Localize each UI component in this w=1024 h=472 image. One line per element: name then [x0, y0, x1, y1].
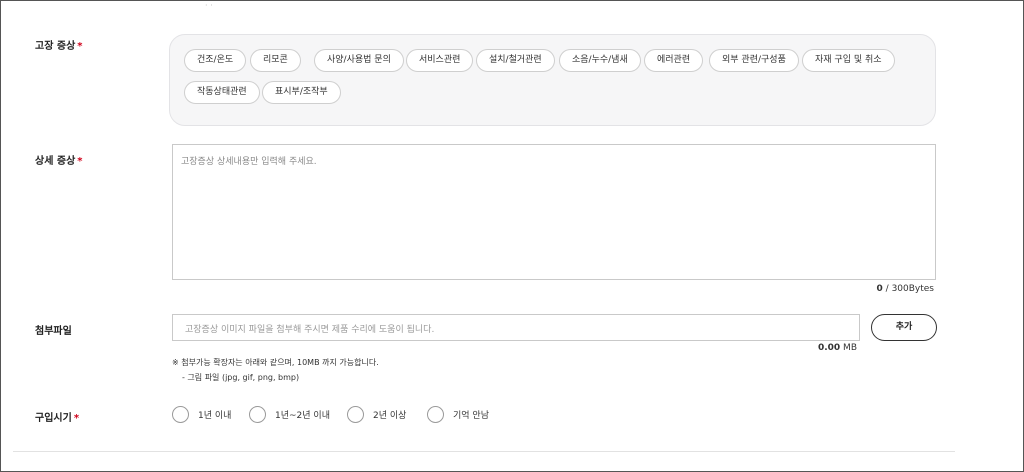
file-size-readout: 0.00 MB [818, 343, 857, 353]
symptom-chip-dry-temp[interactable]: 건조/온도 [184, 49, 247, 72]
radio-circle[interactable] [172, 405, 189, 423]
radio-label: 2년 이상 [373, 410, 407, 421]
purchase-option-within-1-year[interactable]: 1년 이내 [172, 405, 231, 423]
attachment-format-note: - 그림 파일 (jpg, gif, png, bmp) [182, 373, 300, 382]
radio-label: 1년 이내 [198, 410, 232, 421]
symptom-chip-noise-leak-smell[interactable]: 소음/누수/냄새 [559, 49, 641, 72]
symptom-chip-external-parts[interactable]: 외부 관련/구성품 [709, 49, 799, 72]
radio-circle[interactable] [427, 405, 444, 423]
purchase-option-not-remember[interactable]: 기억 안남 [427, 405, 489, 423]
radio-label: 기억 안남 [453, 410, 489, 421]
attachment-input[interactable]: 고장증상 이미지 파일을 첨부해 주시면 제품 수리에 도움이 됩니다. [172, 314, 860, 341]
symptom-label: 고장 증상 * [35, 37, 83, 52]
symptom-chip-operation[interactable]: 작동상태관련 [184, 81, 260, 104]
purchase-label: 구입시기 * [35, 409, 79, 424]
attachment-placeholder: 고장증상 이미지 파일을 첨부해 주시면 제품 수리에 도움이 됩니다. [185, 325, 435, 335]
byte-limit: / 300Bytes [882, 284, 934, 294]
form-panel: · · 고장 증상 * 건조/온도 리모콘 사양/사용법 문의 서비스관련 설치/… [0, 0, 1024, 472]
purchase-option-1-to-2-years[interactable]: 1년~2년 이내 [249, 405, 330, 423]
radio-circle[interactable] [249, 405, 266, 423]
symptom-chip-purchase-cancel[interactable]: 자재 구입 및 취소 [802, 49, 895, 72]
purchase-label-text: 구입시기 [35, 413, 72, 424]
symptom-chip-group: 건조/온도 리모콘 사양/사용법 문의 서비스관련 설치/철거관련 소음/누수/… [169, 34, 936, 126]
symptom-label-text: 고장 증상 [35, 41, 76, 52]
required-mark: * [73, 413, 80, 424]
symptom-chip-service[interactable]: 서비스관련 [406, 49, 474, 72]
symptom-chip-install-remove[interactable]: 설치/철거관련 [476, 49, 555, 72]
detail-textarea[interactable]: 고장증상 상세내용만 입력해 주세요. [172, 144, 936, 280]
symptom-chip-remote[interactable]: 리모콘 [250, 49, 301, 72]
attachment-note: ※ 첨부가능 확장자는 아래와 같으며, 10MB 까지 가능합니다. [172, 358, 379, 367]
detail-label-text: 상세 증상 [35, 156, 76, 167]
symptom-chip-display-control[interactable]: 표시부/조작부 [262, 81, 341, 104]
symptom-chip-error[interactable]: 에러관련 [644, 49, 704, 72]
section-divider [13, 451, 955, 452]
file-size-unit: MB [840, 343, 857, 353]
purchase-option-over-2-years[interactable]: 2년 이상 [347, 405, 406, 423]
symptom-chip-spec-usage[interactable]: 사양/사용법 문의 [314, 49, 404, 72]
required-mark: * [77, 156, 83, 167]
detail-label: 상세 증상 * [35, 152, 83, 167]
detail-placeholder: 고장증상 상세내용만 입력해 주세요. [181, 157, 317, 167]
required-mark: * [77, 41, 83, 52]
add-file-button[interactable]: 추가 [871, 314, 937, 341]
radio-label: 1년~2년 이내 [275, 410, 330, 421]
file-size-value: 0.00 [817, 343, 841, 353]
radio-circle[interactable] [347, 405, 364, 423]
top-fragment: · · [205, 1, 213, 10]
attachment-label: 첨부파일 [35, 326, 72, 337]
byte-counter: 0 / 300Bytes [877, 284, 934, 294]
